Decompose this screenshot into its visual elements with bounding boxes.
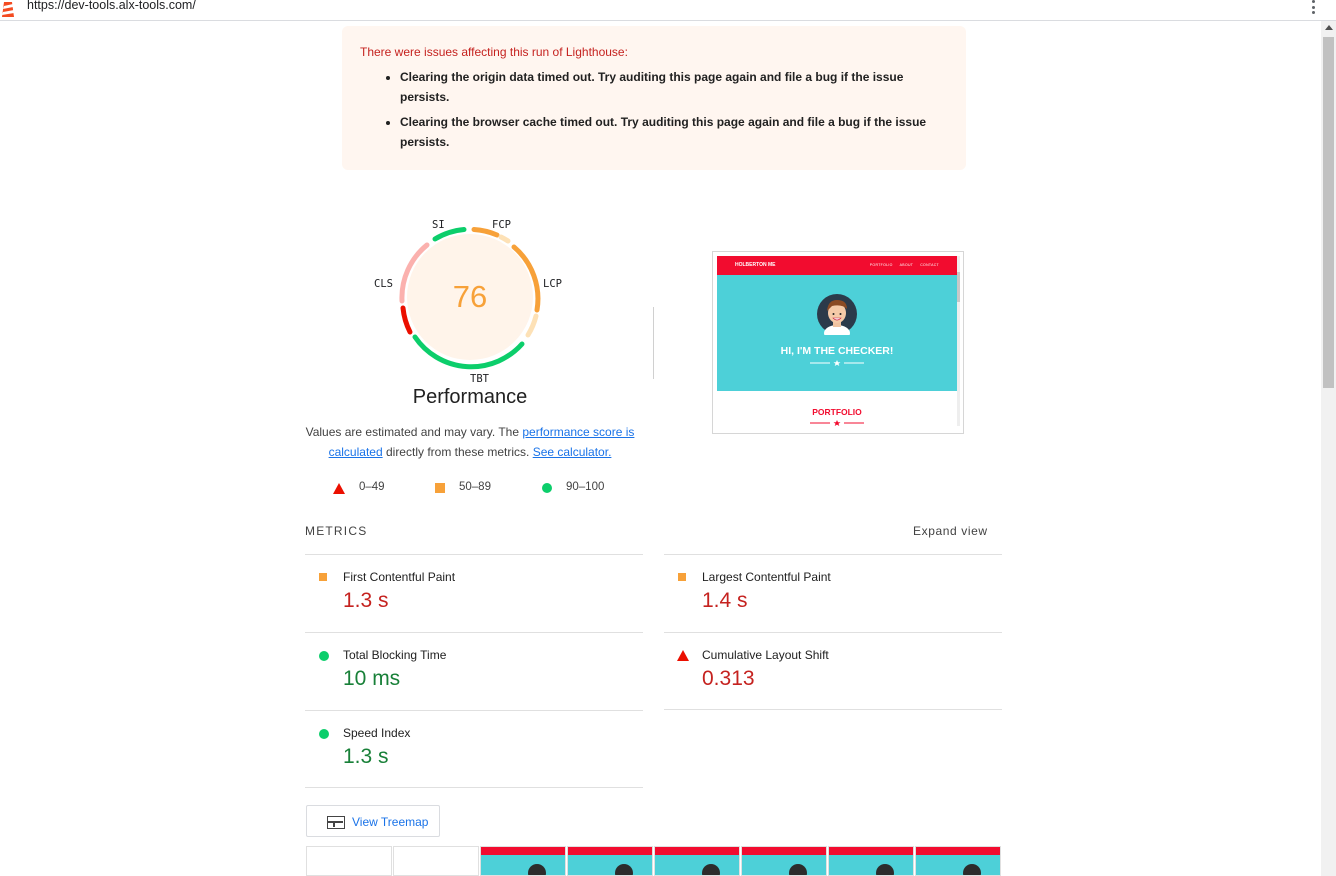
description-text: directly from these metrics. (382, 445, 533, 459)
filmstrip-frame (915, 846, 1001, 876)
filmstrip-frame (480, 846, 566, 876)
metrics-header: METRICS (305, 524, 368, 538)
lighthouse-icon (2, 2, 14, 17)
metric-name: First Contentful Paint (343, 570, 456, 584)
metric-value: 0.313 (702, 667, 755, 690)
star-divider-icon (810, 360, 864, 366)
cls-label: CLS (374, 278, 393, 290)
pass-circle-icon (319, 729, 329, 739)
metric-name: Speed Index (343, 726, 411, 740)
screenshot-nav-link: PORTFOLIO (869, 263, 893, 267)
metric-name: Total Blocking Time (343, 648, 447, 662)
pass-circle-icon (542, 483, 552, 493)
runtime-warning-box: There were issues affecting this run of … (342, 26, 966, 170)
screenshot-nav-link: CONTACT (920, 263, 939, 267)
metric-tbt: Total Blocking Time 10 ms (305, 632, 643, 710)
metric-value: 1.4 s (702, 589, 748, 612)
metric-lcp: Largest Contentful Paint 1.4 s (664, 554, 1002, 632)
screenshot-navbar: HOLBERTON ME PORTFOLIO ABOUT CONTACT (717, 256, 957, 275)
filmstrip-frame (306, 846, 392, 876)
metrics-divider (664, 709, 1002, 710)
legend-pass-label: 90–100 (566, 481, 605, 493)
description-text: Values are estimated and may vary. The (305, 425, 523, 439)
calculator-link[interactable]: See calculator. (533, 445, 612, 459)
warning-title: There were issues affecting this run of … (360, 45, 628, 59)
fcp-label: FCP (492, 219, 511, 231)
scroll-up-arrow-icon[interactable] (1325, 25, 1333, 30)
page-scrollbar[interactable] (1321, 21, 1336, 876)
fail-triangle-icon (677, 650, 689, 661)
expand-view-toggle[interactable]: Expand view (913, 524, 988, 538)
metric-cls: Cumulative Layout Shift 0.313 (664, 632, 1002, 710)
screenshot-scrollbar-thumb (957, 272, 960, 302)
metric-name: Largest Contentful Paint (702, 570, 831, 584)
screenshot-section-title: PORTFOLIO (812, 407, 862, 417)
metric-value: 1.3 s (343, 745, 389, 768)
average-square-icon (319, 573, 327, 581)
filmstrip (306, 846, 1002, 876)
metric-name: Cumulative Layout Shift (702, 648, 829, 662)
score-description: Values are estimated and may vary. The p… (305, 422, 635, 462)
metric-fcp: First Contentful Paint 1.3 s (305, 554, 643, 632)
filmstrip-frame (654, 846, 740, 876)
warning-list: Clearing the origin data timed out. Try … (360, 67, 948, 152)
avatar-icon (817, 294, 857, 335)
address-bar: https://dev-tools.alx-tools.com/ (0, 0, 1336, 21)
screenshot-brand: HOLBERTON ME (735, 262, 776, 268)
legend-fail-label: 0–49 (359, 481, 385, 493)
view-treemap-button[interactable]: View Treemap (306, 805, 440, 837)
filmstrip-frame (741, 846, 827, 876)
warning-item: Clearing the browser cache timed out. Tr… (400, 112, 948, 152)
warning-item: Clearing the origin data timed out. Try … (400, 67, 948, 107)
screenshot-hero: HI, I'M THE CHECKER! (717, 275, 957, 391)
tbt-label: TBT (470, 373, 489, 385)
scrollbar-thumb[interactable] (1323, 37, 1334, 388)
fail-triangle-icon (333, 483, 345, 494)
screenshot-hero-text: HI, I'M THE CHECKER! (780, 345, 894, 357)
metric-value: 1.3 s (343, 589, 389, 612)
pass-circle-icon (319, 651, 329, 661)
average-square-icon (678, 573, 686, 581)
treemap-icon (327, 816, 345, 829)
star-divider-icon (810, 420, 864, 426)
metric-si: Speed Index 1.3 s (305, 710, 643, 788)
screenshot-nav-links: PORTFOLIO ABOUT CONTACT (863, 263, 939, 267)
url-text[interactable]: https://dev-tools.alx-tools.com/ (27, 0, 196, 12)
view-treemap-label: View Treemap (352, 815, 429, 829)
legend-average-label: 50–89 (459, 481, 491, 493)
lcp-label: LCP (543, 278, 562, 290)
metric-value: 10 ms (343, 667, 401, 690)
vertical-divider (653, 307, 654, 379)
si-label: SI (432, 219, 445, 231)
performance-score: 76 (452, 279, 488, 314)
screenshot-nav-link: ABOUT (899, 263, 914, 267)
filmstrip-frame (828, 846, 914, 876)
filmstrip-frame (567, 846, 653, 876)
more-menu-icon[interactable] (1310, 0, 1316, 14)
filmstrip-frame (393, 846, 479, 876)
gauge-title: Performance (412, 386, 528, 408)
final-screenshot[interactable]: HOLBERTON ME PORTFOLIO ABOUT CONTACT HI, I… (712, 251, 964, 434)
metrics-divider (305, 787, 643, 788)
performance-gauge[interactable]: 76 SI FCP LCP TBT CLS (370, 215, 570, 390)
average-square-icon (435, 483, 445, 493)
